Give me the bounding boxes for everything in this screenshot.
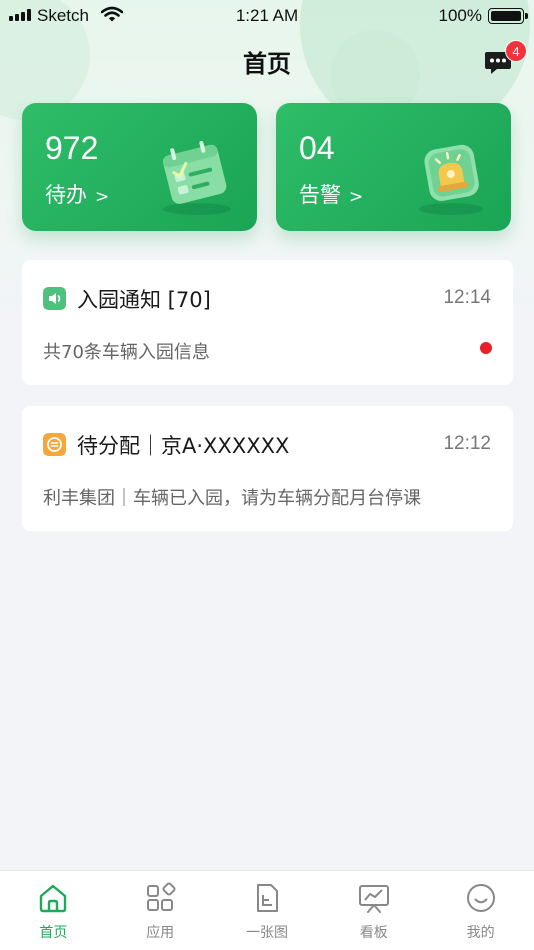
battery-percent: 100% xyxy=(438,6,482,25)
message-count-badge: 4 xyxy=(505,40,527,62)
notice-title: 待分配｜京A·XXXXXX xyxy=(77,434,290,458)
bottom-tab-bar: 首页 应用 一张图 看板 我的 xyxy=(0,870,534,950)
notice-title: 入园通知 [70] xyxy=(77,288,211,312)
tab-label: 一张图 xyxy=(245,925,288,941)
notice-time: 12:12 xyxy=(443,433,491,454)
status-bar: Sketch 1:21 AM 100% xyxy=(0,0,534,32)
notice-body: 利丰集团｜车辆已入园，请为车辆分配月台停课 xyxy=(43,488,421,509)
alarm-card[interactable]: 04 告警 > xyxy=(276,103,511,231)
tab-dashboard[interactable]: 看板 xyxy=(320,871,427,950)
notice-body: 共70条车辆入园信息 xyxy=(43,342,210,363)
map-doc-icon xyxy=(256,884,278,912)
battery-icon xyxy=(488,8,528,24)
apps-icon xyxy=(147,882,176,911)
speaker-icon xyxy=(43,287,66,310)
profile-icon xyxy=(466,884,495,912)
calendar-todo-icon xyxy=(162,140,231,215)
todo-card[interactable]: 972 待办 > xyxy=(22,103,257,231)
tab-apps[interactable]: 应用 xyxy=(107,871,214,950)
todo-label: 待办 > xyxy=(45,179,109,209)
status-time: 1:21 AM xyxy=(235,6,299,25)
alarm-label-text: 告警 xyxy=(299,183,341,207)
tab-label: 应用 xyxy=(146,925,175,941)
assign-icon xyxy=(43,433,66,456)
todo-label-text: 待办 xyxy=(45,183,87,207)
tab-map[interactable]: 一张图 xyxy=(214,871,321,950)
notice-card-entry[interactable]: 入园通知 [70] 12:14 共70条车辆入园信息 xyxy=(22,260,513,385)
page-title: 首页 xyxy=(243,50,291,78)
chevron-right-icon: > xyxy=(349,187,364,207)
home-icon xyxy=(40,884,67,913)
tab-label: 首页 xyxy=(39,925,68,941)
unread-dot xyxy=(480,342,492,354)
tab-profile[interactable]: 我的 xyxy=(427,871,534,950)
todo-count: 972 xyxy=(45,130,99,166)
tab-home[interactable]: 首页 xyxy=(0,871,107,950)
chevron-right-icon: > xyxy=(95,187,110,207)
dashboard-icon xyxy=(358,885,389,913)
notice-time: 12:14 xyxy=(443,287,491,308)
alarm-count: 04 xyxy=(299,130,335,166)
tab-label: 看板 xyxy=(359,925,388,941)
notice-card-assign[interactable]: 待分配｜京A·XXXXXX 12:12 利丰集团｜车辆已入园，请为车辆分配月台停… xyxy=(22,406,513,531)
alarm-label: 告警 > xyxy=(299,179,363,209)
tab-label: 我的 xyxy=(466,925,495,941)
alarm-siren-icon xyxy=(419,144,483,215)
